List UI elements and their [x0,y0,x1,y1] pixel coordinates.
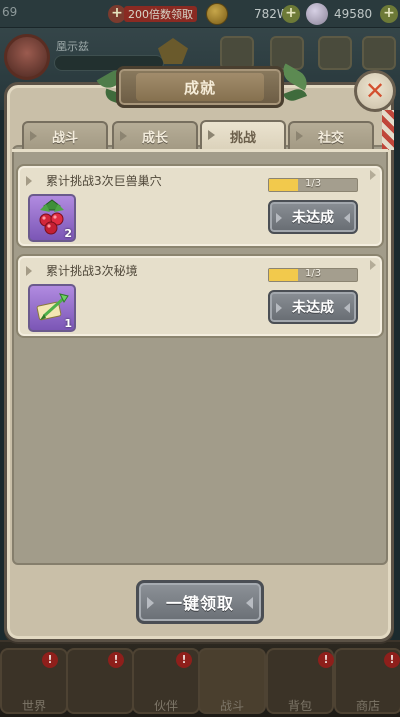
tab-growth[interactable]: 成长 [112,121,198,149]
nav-label: 世界 [21,699,46,713]
status-label: 未达成 [292,210,334,226]
tab-social[interactable]: 社交 [288,121,374,149]
progress-fill [269,269,299,281]
close-button[interactable]: ✕ [354,70,396,112]
building-icon [362,36,396,70]
progress-text: 1/3 [305,268,322,279]
task-title: 累计挑战3次巨兽巢穴 [46,174,162,188]
building-icon [318,36,352,70]
notification-badge: ! [108,652,124,668]
red-event-label[interactable]: 200倍数领取 [124,6,197,22]
not-achieved-button[interactable]: 未达成 [268,290,358,324]
panel-title-plaque: 成就 [116,66,284,108]
status-label: 未达成 [292,300,334,316]
reward-count: 2 [64,227,72,240]
nav-label: 商店 [355,699,380,713]
player-name: 凰示兹 [56,40,89,53]
reward-item-slot[interactable]: 2 [28,194,76,242]
tab-challenge[interactable]: 挑战 [200,120,286,150]
tab-label: 成长 [141,130,168,146]
top-resource-bar: 69 + 200倍数领取 782W + 49580 + [0,0,400,28]
player-level: 69 [2,5,18,19]
task-title: 累计挑战3次秘境 [46,264,138,278]
avatar[interactable] [4,34,50,80]
add-gold-button[interactable]: + [282,5,300,23]
task-card: 累计挑战3次秘境 1 1/3 未达成 [16,254,384,338]
tab-arrow-icon [296,131,303,141]
progress-text: 1/3 [305,178,322,189]
card-arrow-icon [26,176,32,186]
not-achieved-button[interactable]: 未达成 [268,200,358,234]
reward-count: 1 [64,317,72,330]
progress-bar: 1/3 [268,178,358,192]
gold-coin-icon [206,3,228,25]
page-title: 成就 [183,78,216,97]
notification-badge: ! [42,652,58,668]
task-card: 累计挑战3次巨兽巢穴 2 1/3 未达成 [16,164,384,248]
tab-underline [12,149,388,152]
title-inner: 成就 [136,73,264,101]
tab-label: 社交 [317,130,344,146]
claim-all-label: 一键领取 [165,594,234,613]
progress-fill [269,179,299,191]
nav-label: 战斗 [219,699,244,713]
notification-badge: ! [318,652,334,668]
ribbon-decoration [382,110,394,150]
tab-arrow-icon [30,131,37,141]
close-icon: ✕ [364,77,386,105]
progress-bar: 1/3 [268,268,358,282]
nav-label: 背包 [287,699,312,713]
add-pearl-button[interactable]: + [380,5,398,23]
building-icon [220,36,254,70]
card-corner-icon [370,260,376,270]
tab-label: 战斗 [51,130,78,146]
tab-battle[interactable]: 战斗 [22,121,108,149]
card-corner-icon [370,170,376,180]
reward-item-slot[interactable]: 1 [28,284,76,332]
card-arrow-icon [26,266,32,276]
tab-arrow-icon [120,131,127,141]
tab-arrow-icon [208,130,215,140]
tab-label: 挑战 [229,130,256,146]
claim-all-button[interactable]: 一键领取 [136,580,264,624]
notification-badge: ! [176,652,192,668]
pearl-icon [306,3,328,25]
pearl-amount: 49580 [334,7,373,21]
notification-badge: ! [384,652,400,668]
nav-label: 伙伴 [153,699,178,713]
